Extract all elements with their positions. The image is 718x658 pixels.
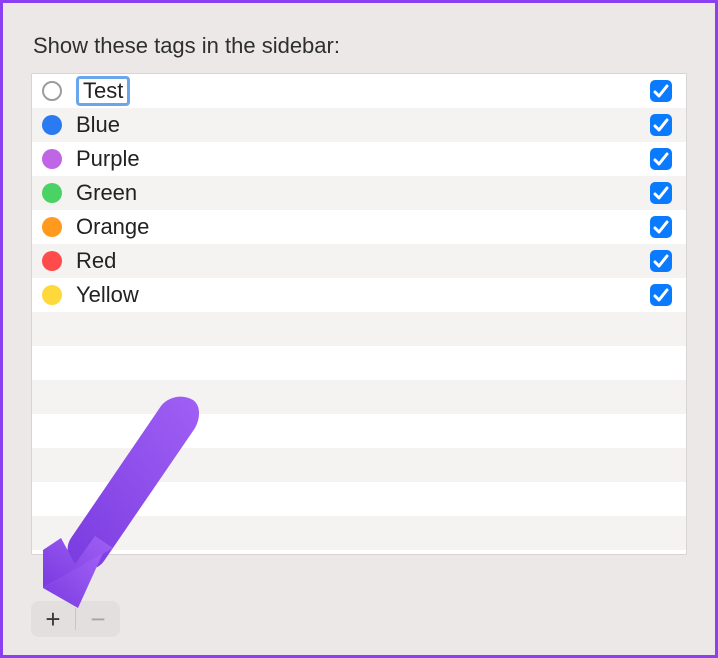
tag-color-swatch: [42, 217, 62, 237]
empty-row: [32, 414, 686, 448]
show-in-sidebar-checkbox[interactable]: [650, 250, 672, 272]
minus-icon: −: [90, 604, 105, 635]
tag-color-swatch: [42, 183, 62, 203]
tag-row[interactable]: Purple: [32, 142, 686, 176]
tag-row[interactable]: Test: [32, 74, 686, 108]
tag-name-label[interactable]: Blue: [76, 114, 650, 136]
add-tag-button[interactable]: +: [31, 601, 75, 637]
tag-row[interactable]: Blue: [32, 108, 686, 142]
tag-color-swatch: [42, 81, 62, 101]
tag-row[interactable]: Yellow: [32, 278, 686, 312]
tag-row[interactable]: Red: [32, 244, 686, 278]
empty-row: [32, 380, 686, 414]
empty-row: [32, 346, 686, 380]
tag-name-label[interactable]: Orange: [76, 216, 650, 238]
plus-icon: +: [45, 604, 60, 635]
show-in-sidebar-checkbox[interactable]: [650, 114, 672, 136]
tags-preferences-panel: Show these tags in the sidebar: Test Blu…: [0, 0, 718, 658]
tag-name-label[interactable]: Green: [76, 182, 650, 204]
empty-row: [32, 482, 686, 516]
empty-row: [32, 448, 686, 482]
tag-list[interactable]: Test Blue Purple Green: [31, 73, 687, 555]
section-heading: Show these tags in the sidebar:: [33, 33, 687, 59]
tag-color-swatch: [42, 149, 62, 169]
tag-name-label[interactable]: Purple: [76, 148, 650, 170]
show-in-sidebar-checkbox[interactable]: [650, 148, 672, 170]
add-remove-toolbar: + −: [31, 601, 120, 637]
tag-name-edit-field[interactable]: Test: [76, 76, 130, 106]
show-in-sidebar-checkbox[interactable]: [650, 80, 672, 102]
tag-label-wrapper: Test: [76, 76, 650, 106]
tag-color-swatch: [42, 285, 62, 305]
tag-color-swatch: [42, 251, 62, 271]
show-in-sidebar-checkbox[interactable]: [650, 182, 672, 204]
remove-tag-button[interactable]: −: [76, 601, 120, 637]
empty-row: [32, 312, 686, 346]
show-in-sidebar-checkbox[interactable]: [650, 284, 672, 306]
tag-row[interactable]: Green: [32, 176, 686, 210]
show-in-sidebar-checkbox[interactable]: [650, 216, 672, 238]
empty-row: [32, 516, 686, 550]
tag-row[interactable]: Orange: [32, 210, 686, 244]
tag-color-swatch: [42, 115, 62, 135]
tag-name-label[interactable]: Yellow: [76, 284, 650, 306]
tag-name-label[interactable]: Red: [76, 250, 650, 272]
